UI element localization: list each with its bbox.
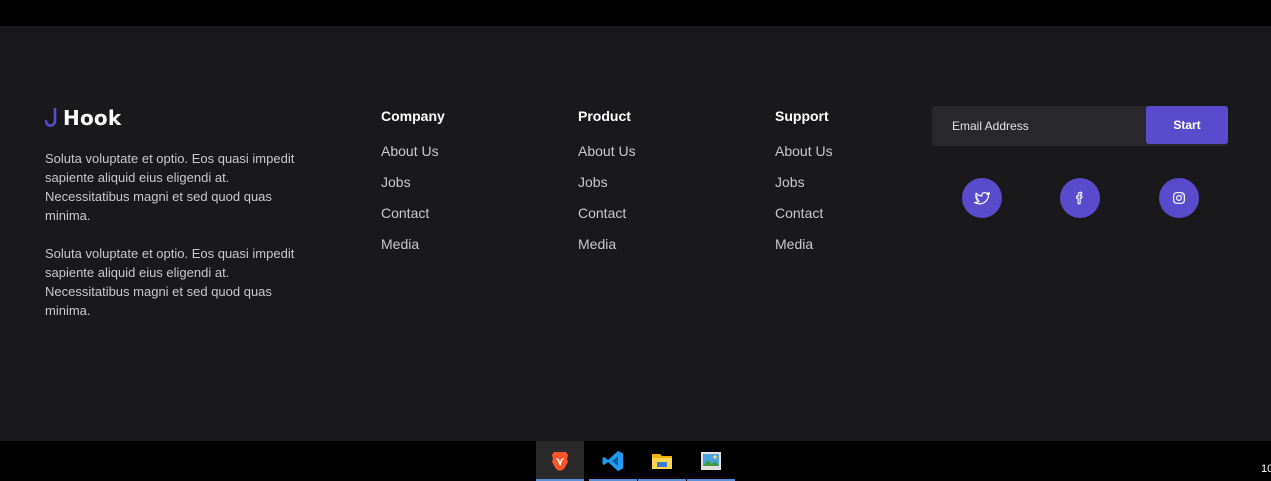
link-list: About Us Jobs Contact Media bbox=[578, 144, 636, 268]
brand-logo[interactable]: Hook bbox=[45, 106, 121, 130]
footer-link-about-us[interactable]: About Us bbox=[578, 144, 636, 175]
taskbar-app-file-explorer[interactable] bbox=[638, 441, 686, 481]
instagram-link[interactable] bbox=[1159, 178, 1199, 218]
footer-link-jobs[interactable]: Jobs bbox=[578, 175, 636, 206]
tray-clock-text: 10 bbox=[1261, 463, 1271, 475]
footer-link-contact[interactable]: Contact bbox=[578, 206, 636, 237]
instagram-icon bbox=[1173, 192, 1185, 204]
facebook-icon bbox=[1076, 191, 1083, 205]
footer-link-media[interactable]: Media bbox=[381, 237, 445, 268]
hook-logo-icon bbox=[45, 108, 57, 127]
link-list: About Us Jobs Contact Media bbox=[381, 144, 445, 268]
footer-link-about-us[interactable]: About Us bbox=[775, 144, 833, 175]
top-bar bbox=[0, 0, 1271, 26]
brave-browser-icon bbox=[552, 452, 568, 471]
footer-column-company: Company About Us Jobs Contact Media bbox=[381, 108, 445, 268]
footer-column-support: Support About Us Jobs Contact Media bbox=[775, 108, 833, 268]
about-paragraph: Soluta voluptate et optio. Eos quasi imp… bbox=[45, 151, 295, 223]
file-explorer-icon bbox=[652, 454, 672, 469]
footer-link-media[interactable]: Media bbox=[578, 237, 636, 268]
email-field[interactable] bbox=[932, 106, 1146, 146]
site-footer: Hook Soluta voluptate et optio. Eos quas… bbox=[0, 26, 1271, 441]
facebook-link[interactable] bbox=[1060, 178, 1100, 218]
start-button[interactable]: Start bbox=[1146, 106, 1228, 144]
footer-column-product: Product About Us Jobs Contact Media bbox=[578, 108, 636, 268]
twitter-icon bbox=[974, 191, 990, 205]
taskbar-app-vscode[interactable] bbox=[589, 441, 637, 481]
footer-link-contact[interactable]: Contact bbox=[381, 206, 445, 237]
taskbar bbox=[0, 441, 1271, 481]
column-title: Product bbox=[578, 108, 631, 124]
taskbar-app-brave[interactable] bbox=[536, 441, 584, 481]
about-paragraph: Soluta voluptate et optio. Eos quasi imp… bbox=[45, 246, 295, 318]
footer-link-contact[interactable]: Contact bbox=[775, 206, 833, 237]
column-title: Company bbox=[381, 108, 445, 124]
newsletter-form: Start bbox=[932, 106, 1228, 146]
twitter-link[interactable] bbox=[962, 178, 1002, 218]
photos-icon bbox=[701, 452, 721, 470]
brand-name: Hook bbox=[63, 106, 122, 130]
footer-link-jobs[interactable]: Jobs bbox=[775, 175, 833, 206]
taskbar-app-photos[interactable] bbox=[687, 441, 735, 481]
column-title: Support bbox=[775, 108, 829, 124]
link-list: About Us Jobs Contact Media bbox=[775, 144, 833, 268]
vscode-icon bbox=[602, 451, 623, 471]
footer-link-media[interactable]: Media bbox=[775, 237, 833, 268]
footer-link-about-us[interactable]: About Us bbox=[381, 144, 445, 175]
about-text: Soluta voluptate et optio. Eos quasi imp… bbox=[45, 149, 315, 339]
footer-link-jobs[interactable]: Jobs bbox=[381, 175, 445, 206]
